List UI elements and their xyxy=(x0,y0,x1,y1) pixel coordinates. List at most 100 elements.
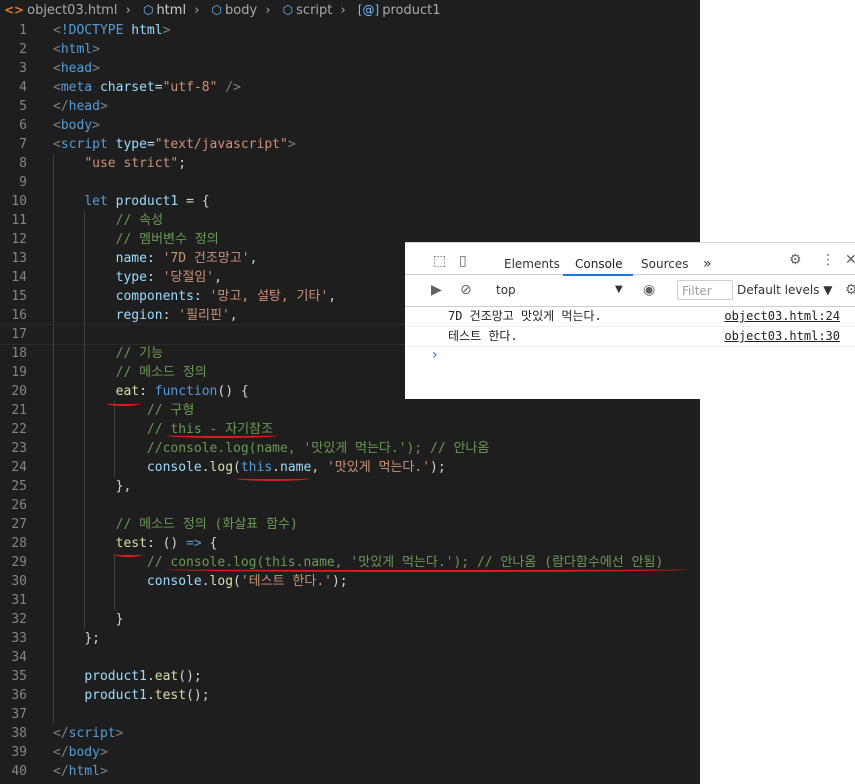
line-text: components: '망고, 설탕, 기타', xyxy=(115,289,337,304)
line-number: 11 xyxy=(11,213,27,228)
line-number: 25 xyxy=(11,479,27,494)
clear-console-icon[interactable]: ⊘ xyxy=(460,282,472,298)
code-line[interactable]: 37 xyxy=(0,705,700,724)
code-line[interactable]: 8 "use strict"; xyxy=(0,154,700,173)
line-number: 34 xyxy=(11,650,27,665)
line-number: 16 xyxy=(11,308,27,323)
inspect-element-icon[interactable]: ⬚ xyxy=(433,253,446,269)
code-line[interactable]: 3 <head> xyxy=(0,59,700,78)
line-text: test: () => { xyxy=(115,536,218,551)
line-text: console.log('테스트 한다.'); xyxy=(146,574,348,589)
filter-input[interactable]: Filter xyxy=(677,280,733,300)
code-line[interactable]: 35 product1.eat(); xyxy=(0,667,700,686)
line-text: // 기능 xyxy=(115,346,164,361)
code-line[interactable]: 38 </script> xyxy=(0,724,700,743)
eye-icon[interactable]: ◉ xyxy=(643,282,655,298)
code-line[interactable]: 27 // 메소드 정의 (화살표 함수) xyxy=(0,515,700,534)
sidebar-toggle-icon[interactable]: ▶ xyxy=(431,282,442,298)
code-line[interactable]: 9 xyxy=(0,173,700,192)
code-line[interactable]: 39 </body> xyxy=(0,743,700,762)
code-line[interactable]: 2 <html> xyxy=(0,40,700,59)
breadcrumb-body[interactable]: body xyxy=(225,0,257,21)
close-icon[interactable]: ✕ xyxy=(845,252,855,268)
code-line[interactable]: 1 <!DOCTYPE html> xyxy=(0,21,700,40)
console-source-link[interactable]: object03.html:30 xyxy=(724,327,840,346)
tab-sources[interactable]: Sources xyxy=(641,247,688,274)
code-line[interactable]: 22 // this - 자기참조 xyxy=(0,420,700,439)
line-number: 36 xyxy=(11,688,27,703)
line-text: region: '필리핀', xyxy=(115,308,238,323)
line-text: <html> xyxy=(53,42,100,57)
line-text: //console.log(name, '맛있게 먹는다.'); // 안나옴 xyxy=(146,441,490,456)
element-icon: ⬡ xyxy=(282,3,294,17)
line-number: 4 xyxy=(19,80,27,95)
more-options-icon[interactable]: ⋮ xyxy=(821,252,835,268)
code-line[interactable]: 6 <body> xyxy=(0,116,700,135)
annotation-underline xyxy=(114,552,142,557)
line-number: 24 xyxy=(11,460,27,475)
console-source-link[interactable]: object03.html:24 xyxy=(724,307,840,326)
breadcrumb-product1[interactable]: product1 xyxy=(382,0,440,21)
line-text: }, xyxy=(115,479,132,494)
line-number: 2 xyxy=(19,42,27,57)
code-line[interactable]: 40 </html> xyxy=(0,762,700,781)
line-number: 40 xyxy=(11,764,27,779)
code-line[interactable]: 26 xyxy=(0,496,700,515)
line-text: // 멤버변수 정의 xyxy=(115,232,219,247)
code-line[interactable]: 32 } xyxy=(0,610,700,629)
annotation-underline xyxy=(106,401,140,406)
code-line[interactable]: 11 // 속성 xyxy=(0,211,700,230)
code-line[interactable]: 23 //console.log(name, '맛있게 먹는다.'); // 안… xyxy=(0,439,700,458)
code-line[interactable]: 36 product1.test(); xyxy=(0,686,700,705)
code-line[interactable]: 30 console.log('테스트 한다.'); xyxy=(0,572,700,591)
gear-icon[interactable]: ⚙ xyxy=(845,282,855,298)
line-text: }; xyxy=(84,631,100,646)
device-toolbar-icon[interactable]: ▯ xyxy=(459,253,467,269)
chevron-right-icon: › xyxy=(340,3,346,18)
code-line[interactable]: 5 </head> xyxy=(0,97,700,116)
code-line[interactable]: 10 let product1 = { xyxy=(0,192,700,211)
breadcrumb-html[interactable]: html xyxy=(156,0,186,21)
console-prompt[interactable]: › xyxy=(432,347,438,363)
line-number: 29 xyxy=(11,555,27,570)
console-toolbar: ▶ ⊘ top ▼ ◉ Filter Default levels ▼ ⚙ xyxy=(405,274,855,307)
code-line[interactable]: 4 <meta charset="utf-8" /> xyxy=(0,78,700,97)
line-text: <head> xyxy=(53,61,100,76)
line-text: <!DOCTYPE html> xyxy=(53,23,171,38)
annotation-underline xyxy=(166,567,688,572)
line-text: eat: function() { xyxy=(115,384,249,399)
more-tabs-button[interactable]: » xyxy=(703,247,712,274)
line-text: product1.test(); xyxy=(84,688,210,703)
breadcrumb-file[interactable]: object03.html xyxy=(27,0,117,21)
line-text: } xyxy=(115,612,124,627)
tab-elements[interactable]: Elements xyxy=(504,247,560,274)
console-message-text: 7D 건조망고 맛있게 먹는다. xyxy=(448,309,602,323)
code-line[interactable]: 7 <script type="text/javascript"> xyxy=(0,135,700,154)
line-number: 38 xyxy=(11,726,27,741)
line-number: 3 xyxy=(19,61,27,76)
annotation-underline xyxy=(166,433,278,438)
context-selector[interactable]: top xyxy=(496,274,516,306)
code-line[interactable]: 25 }, xyxy=(0,477,700,496)
line-text: // 메소드 정의 (화살표 함수) xyxy=(115,517,298,532)
line-number: 1 xyxy=(19,23,27,38)
code-line[interactable]: 28 test: () => { xyxy=(0,534,700,553)
code-line[interactable]: 31 xyxy=(0,591,700,610)
line-number: 12 xyxy=(11,232,27,247)
code-line[interactable]: 33 }; xyxy=(0,629,700,648)
line-number: 27 xyxy=(11,517,27,532)
gear-icon[interactable]: ⚙ xyxy=(789,252,802,268)
code-line[interactable]: 24 console.log(this.name, '맛있게 먹는다.'); xyxy=(0,458,700,477)
tab-console[interactable]: Console xyxy=(575,247,623,274)
code-line[interactable]: 34 xyxy=(0,648,700,667)
line-number: 6 xyxy=(19,118,27,133)
line-number: 8 xyxy=(19,156,27,171)
log-levels-dropdown[interactable]: Default levels ▼ xyxy=(737,274,833,306)
breadcrumb-script[interactable]: script xyxy=(296,0,332,21)
code-area[interactable]: 1 <!DOCTYPE html> 2 <html> 3 <head> 4 <meta … xyxy=(0,21,700,781)
line-text: // 속성 xyxy=(115,213,164,228)
chevron-right-icon: › xyxy=(265,3,271,18)
line-number: 22 xyxy=(11,422,27,437)
code-line[interactable]: 21 // 구형 xyxy=(0,401,700,420)
line-text: <script type="text/javascript"> xyxy=(53,137,296,152)
